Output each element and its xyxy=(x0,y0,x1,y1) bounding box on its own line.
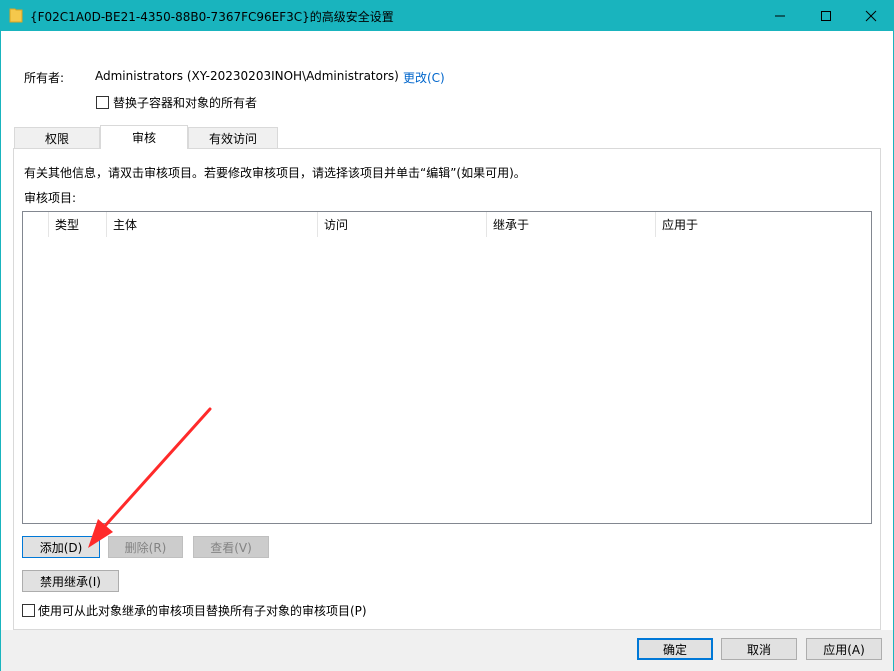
column-header-type[interactable]: 类型 xyxy=(49,212,107,237)
maximize-button[interactable] xyxy=(803,0,849,31)
minimize-icon xyxy=(775,15,785,16)
title-bar[interactable]: {F02C1A0D-BE21-4350-88B0-7367FC96EF3C}的高… xyxy=(0,0,894,31)
audit-entries-list[interactable]: 类型 主体 访问 继承于 应用于 xyxy=(22,211,872,524)
column-header-principal[interactable]: 主体 xyxy=(107,212,318,237)
column-header-access[interactable]: 访问 xyxy=(318,212,487,237)
audit-info-text: 有关其他信息，请双击审核项目。若要修改审核项目，请选择该项目并单击“编辑”(如果… xyxy=(24,166,526,180)
owner-value: Administrators (XY-20230203INOH\Administ… xyxy=(95,69,399,83)
tab-effective-access[interactable]: 有效访问 xyxy=(188,127,278,148)
window-title: {F02C1A0D-BE21-4350-88B0-7367FC96EF3C}的高… xyxy=(30,10,394,24)
replace-owner-label: 替换子容器和对象的所有者 xyxy=(113,96,258,110)
close-icon xyxy=(865,10,877,21)
column-header-inherited-from[interactable]: 继承于 xyxy=(487,212,656,237)
tab-permissions[interactable]: 权限 xyxy=(14,127,100,148)
replace-owner-checkbox[interactable] xyxy=(96,96,109,109)
disable-inheritance-button[interactable]: 禁用继承(I) xyxy=(22,570,119,592)
remove-button[interactable]: 删除(R) xyxy=(108,536,183,558)
column-header-applies-to[interactable]: 应用于 xyxy=(656,212,871,237)
close-button[interactable] xyxy=(848,0,894,31)
replace-child-audit-checkbox[interactable] xyxy=(22,604,35,617)
folder-icon xyxy=(9,8,23,23)
change-owner-link[interactable]: 更改(C) xyxy=(403,69,445,86)
maximize-icon xyxy=(821,10,831,21)
replace-child-audit-label: 使用可从此对象继承的审核项目替换所有子对象的审核项目(P) xyxy=(38,604,367,618)
cancel-button[interactable]: 取消 xyxy=(721,638,797,660)
ok-button[interactable]: 确定 xyxy=(637,638,713,660)
column-header-blank[interactable] xyxy=(23,212,49,237)
view-button[interactable]: 查看(V) xyxy=(193,536,269,558)
add-button[interactable]: 添加(D) xyxy=(22,536,100,558)
owner-label: 所有者: xyxy=(24,71,65,85)
minimize-button[interactable] xyxy=(757,0,803,31)
audit-entries-label: 审核项目: xyxy=(24,191,77,205)
apply-button[interactable]: 应用(A) xyxy=(806,638,882,660)
tab-audit[interactable]: 审核 xyxy=(100,125,188,149)
